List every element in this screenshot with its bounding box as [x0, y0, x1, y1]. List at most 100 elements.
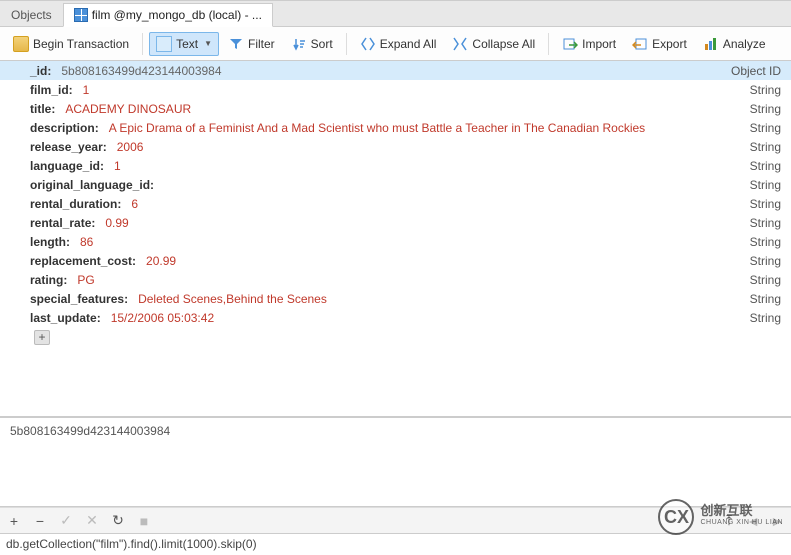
export-label: Export [652, 37, 687, 51]
page-right-button[interactable]: ► [769, 513, 785, 529]
field-row[interactable]: rental_rate :0.99String [0, 213, 791, 232]
filter-button[interactable]: Filter [221, 32, 282, 56]
add-field-button[interactable]: + [34, 330, 50, 345]
field-row[interactable]: rental_duration :6 String [0, 194, 791, 213]
import-icon [562, 36, 578, 52]
expand-icon [360, 36, 376, 52]
analyze-button[interactable]: Analyze [696, 32, 773, 56]
tab-film[interactable]: film @my_mongo_db (local) - ... [63, 3, 273, 27]
tab-film-label: film @my_mongo_db (local) - ... [92, 8, 262, 22]
field-row[interactable]: original_language_id :String [0, 175, 791, 194]
field-value[interactable]: 20.99 [146, 254, 176, 268]
chart-icon [703, 36, 719, 52]
field-key: title [6, 102, 51, 116]
field-row[interactable]: language_id :1String [0, 156, 791, 175]
sort-icon [291, 36, 307, 52]
field-type: String [750, 83, 785, 97]
query-bar[interactable]: db.getCollection("film").find().limit(10… [0, 533, 791, 555]
field-value[interactable]: Deleted Scenes,Behind the Scenes [138, 292, 327, 306]
field-value[interactable]: 2006 [117, 140, 144, 154]
field-value[interactable]: 15/2/2006 05:03:42 [111, 311, 214, 325]
expand-all-label: Expand All [380, 37, 437, 51]
field-type: Object ID [731, 64, 785, 78]
collapse-icon [452, 36, 468, 52]
field-row[interactable]: description :A Epic Drama of a Feminist … [0, 118, 791, 137]
field-value[interactable]: 5b808163499d423144003984 [61, 64, 221, 78]
stop-button[interactable]: ■ [136, 513, 152, 529]
tab-objects[interactable]: Objects [0, 2, 63, 26]
field-value[interactable]: PG [77, 273, 94, 287]
colon: : [132, 254, 146, 268]
field-value[interactable]: 1 [83, 83, 90, 97]
colon: : [150, 178, 164, 192]
field-type: String [750, 197, 785, 211]
field-type: String [750, 102, 785, 116]
colon: : [103, 140, 117, 154]
add-record-button[interactable]: + [6, 513, 22, 529]
field-value[interactable]: 0.99 [105, 216, 128, 230]
goto-top-button[interactable]: ⤒ [721, 512, 737, 529]
expand-all-button[interactable]: Expand All [353, 32, 444, 56]
chevron-down-icon: ▼ [202, 39, 212, 48]
collapse-all-button[interactable]: Collapse All [445, 32, 542, 56]
colon: : [95, 121, 109, 135]
field-key: release_year [6, 140, 103, 154]
sort-button[interactable]: Sort [284, 32, 340, 56]
export-icon [632, 36, 648, 52]
document-view: _id :5b808163499d423144003984Object IDfi… [0, 61, 791, 417]
database-icon [13, 36, 29, 52]
colon: : [100, 159, 114, 173]
field-key: description [6, 121, 95, 135]
begin-transaction-button[interactable]: Begin Transaction [6, 32, 136, 56]
colon: : [91, 216, 105, 230]
field-key: length [6, 235, 66, 249]
cancel-button[interactable]: ✕ [84, 512, 100, 529]
field-row[interactable]: last_update :15/2/2006 05:03:42String [0, 308, 791, 327]
field-value[interactable]: ACADEMY DINOSAUR [65, 102, 191, 116]
funnel-icon [228, 36, 244, 52]
import-button[interactable]: Import [555, 32, 623, 56]
colon: : [69, 83, 83, 97]
field-key: replacement_cost [6, 254, 132, 268]
field-key: rental_duration [6, 197, 117, 211]
import-label: Import [582, 37, 616, 51]
analyze-label: Analyze [723, 37, 766, 51]
field-value[interactable]: A Epic Drama of a Feminist And a Mad Sci… [109, 121, 646, 135]
field-key: _id [6, 64, 47, 78]
field-value[interactable]: 6 [131, 197, 138, 211]
field-value[interactable]: 86 [80, 235, 93, 249]
field-row[interactable]: film_id :1String [0, 80, 791, 99]
field-type: String [750, 292, 785, 306]
text-mode-button[interactable]: Text ▼ [149, 32, 219, 56]
field-type: String [750, 140, 785, 154]
sort-label: Sort [311, 37, 333, 51]
refresh-button[interactable]: ↻ [110, 512, 126, 529]
field-type: String [750, 178, 785, 192]
field-type: String [750, 311, 785, 325]
export-button[interactable]: Export [625, 32, 694, 56]
colon: : [124, 292, 138, 306]
field-key: special_features [6, 292, 124, 306]
field-row[interactable]: replacement_cost :20.99String [0, 251, 791, 270]
toolbar-separator [346, 33, 347, 55]
field-type: String [750, 216, 785, 230]
delete-record-button[interactable]: − [32, 513, 48, 529]
field-row[interactable]: special_features :Deleted Scenes,Behind … [0, 289, 791, 308]
toolbar: Begin Transaction Text ▼ Filter Sort Exp… [0, 27, 791, 61]
colon: : [51, 102, 65, 116]
colon: : [117, 197, 131, 211]
field-row[interactable]: length :86String [0, 232, 791, 251]
field-row[interactable]: rating :PGString [0, 270, 791, 289]
colon: : [97, 311, 111, 325]
apply-button[interactable]: ✓ [58, 512, 74, 529]
begin-transaction-label: Begin Transaction [33, 37, 129, 51]
field-type: String [750, 235, 785, 249]
document-icon [156, 36, 172, 52]
field-row[interactable]: _id :5b808163499d423144003984Object ID [0, 61, 791, 80]
field-row[interactable]: release_year :2006 String [0, 137, 791, 156]
page-left-button[interactable]: ◄ [745, 513, 761, 529]
tab-bar: Objects film @my_mongo_db (local) - ... [0, 1, 791, 27]
toolbar-separator [548, 33, 549, 55]
field-value[interactable]: 1 [114, 159, 121, 173]
field-row[interactable]: title :ACADEMY DINOSAUR String [0, 99, 791, 118]
